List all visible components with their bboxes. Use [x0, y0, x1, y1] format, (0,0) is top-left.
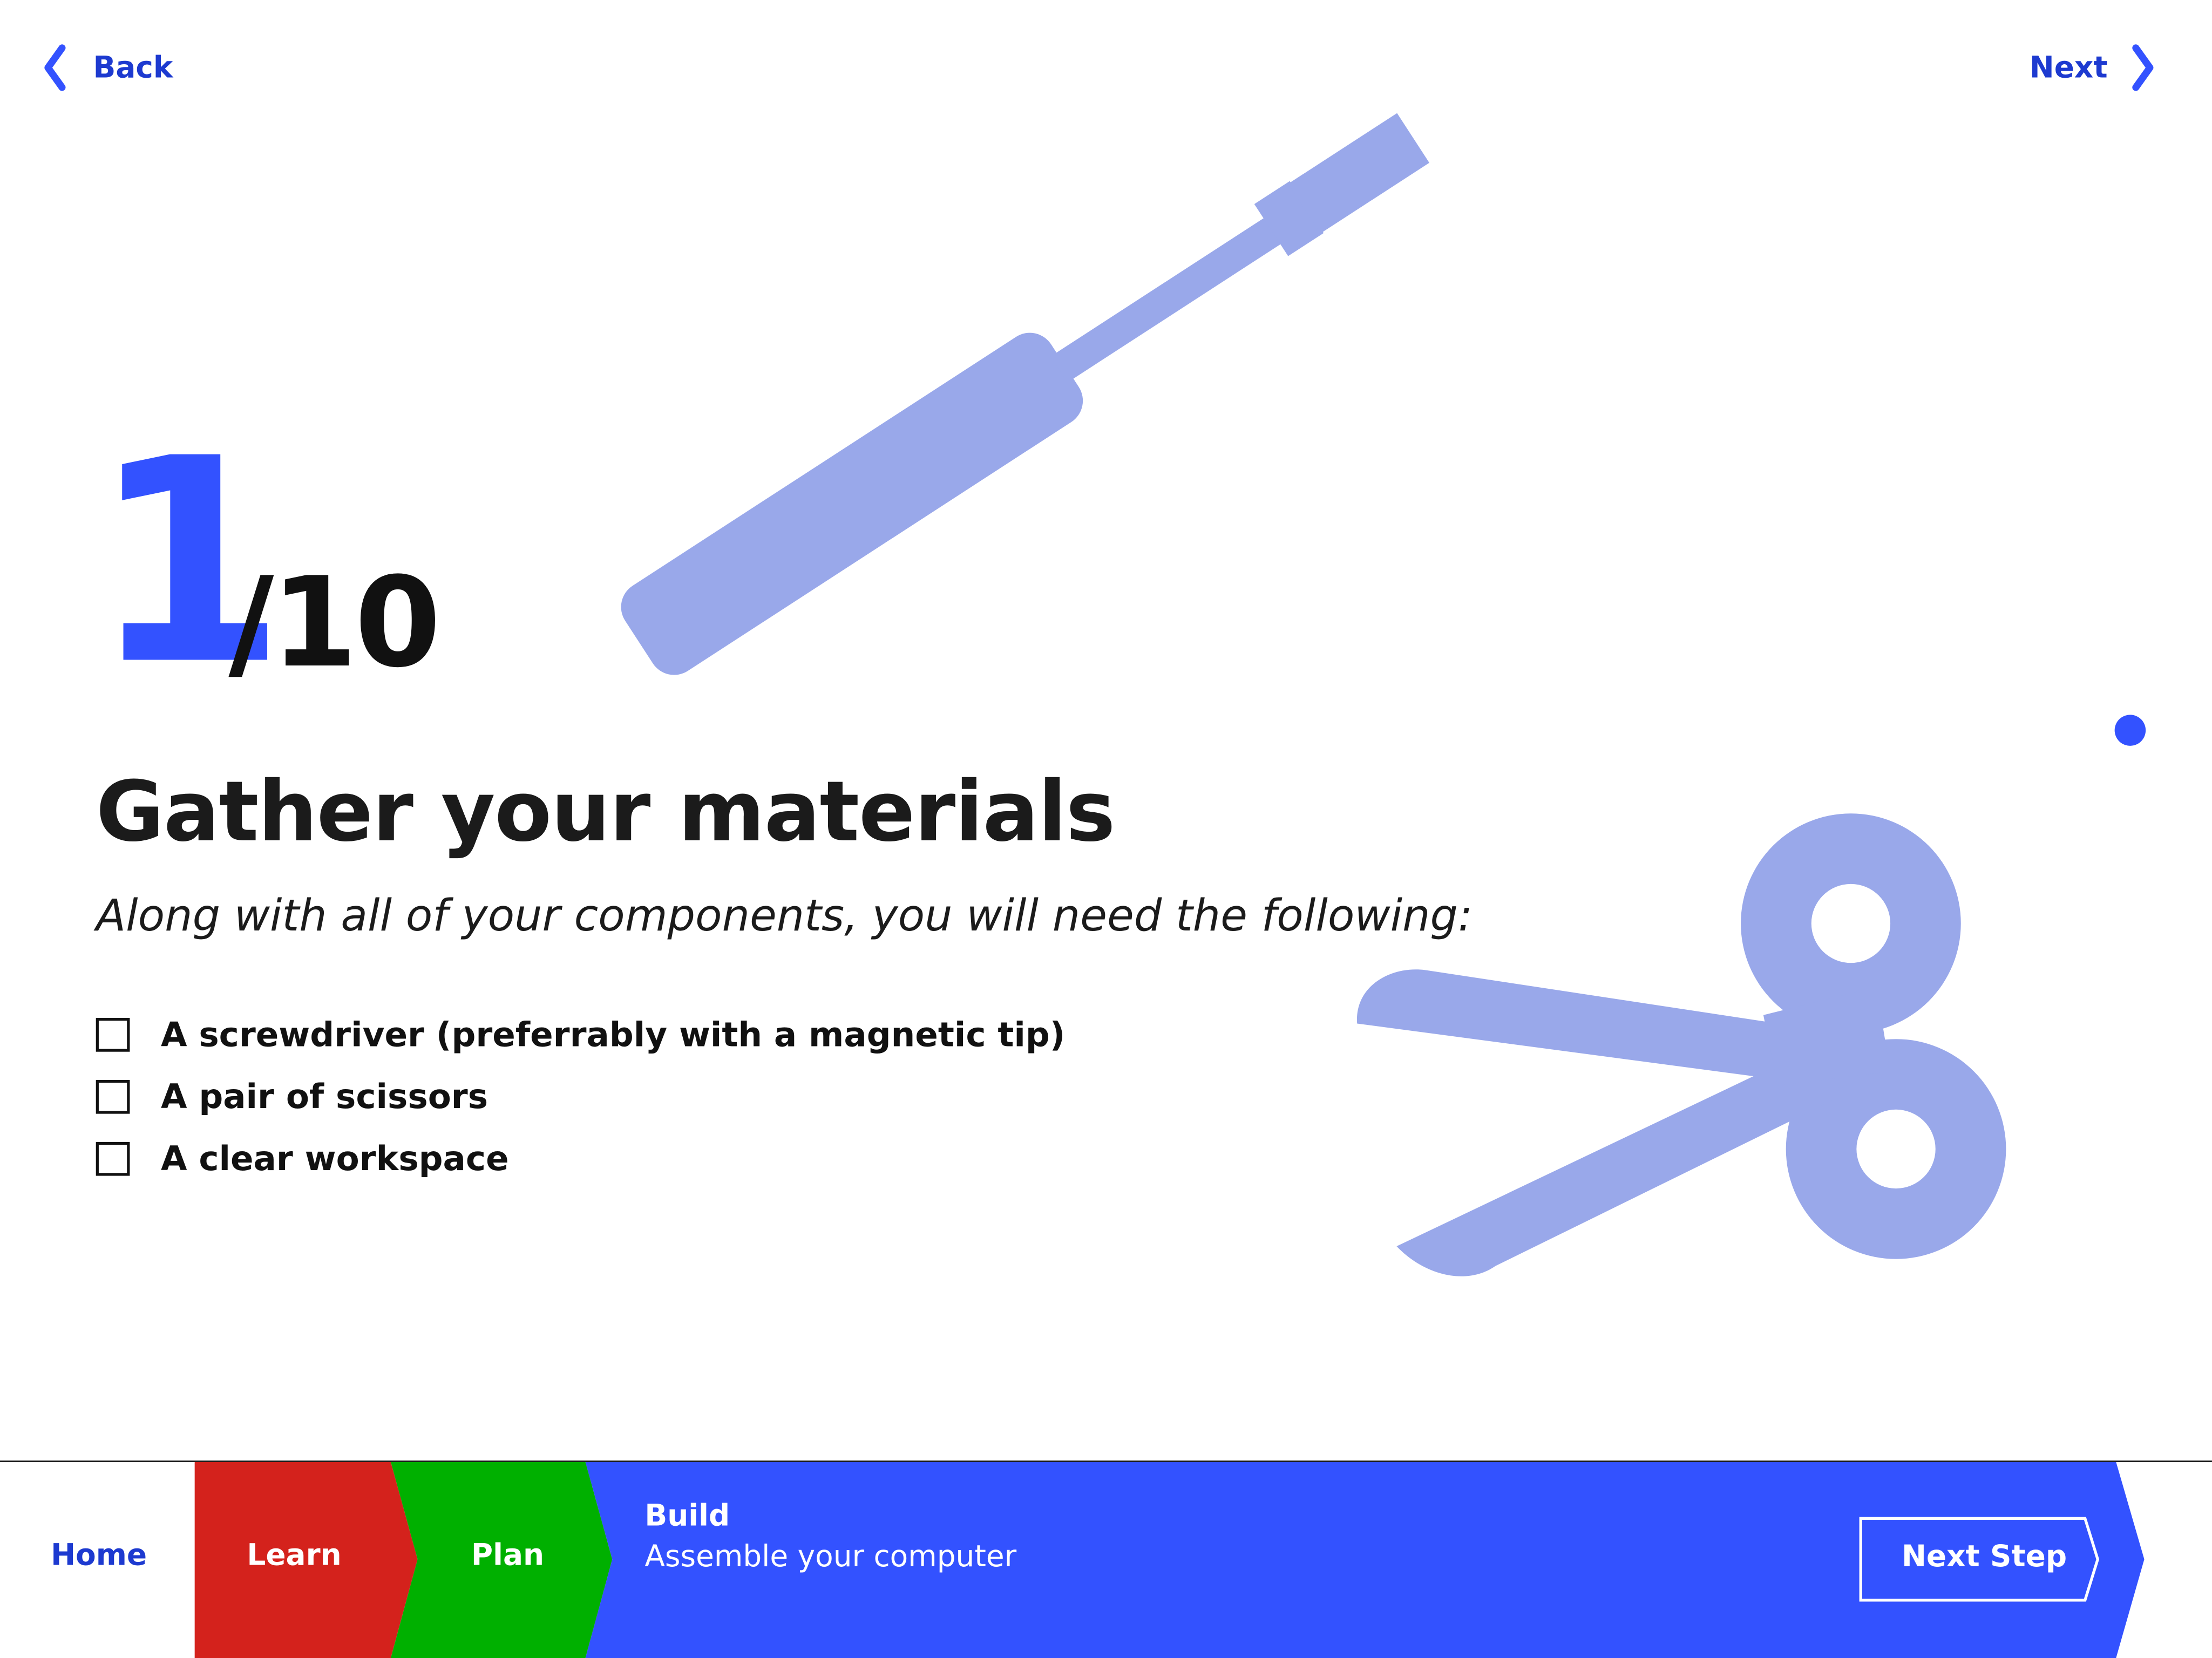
decorative-dot [2114, 715, 2146, 746]
stage-learn-label[interactable]: Learn [247, 1538, 341, 1572]
checklist-item: A screwdriver (preferrably with a magnet… [96, 1004, 1066, 1066]
checklist-item: A clear workspace [96, 1128, 1066, 1190]
page-subtitle: Along with all of your components, you w… [96, 891, 1473, 942]
scissors-icon [1356, 813, 2006, 1276]
step-total: /10 [228, 549, 441, 695]
stage-plan-label[interactable]: Plan [471, 1538, 544, 1572]
home-button[interactable]: Home [51, 1538, 147, 1572]
checklist-item-label: A screwdriver (preferrably with a magnet… [160, 1015, 1066, 1055]
stage-build-subtitle: Assemble your computer [644, 1539, 1017, 1574]
stage-build-label: Build [644, 1498, 730, 1533]
checklist-item-label: A pair of scissors [160, 1077, 488, 1117]
checkbox[interactable] [96, 1018, 130, 1052]
checklist-item: A pair of scissors [96, 1066, 1066, 1128]
checkbox[interactable] [96, 1079, 130, 1114]
page: Back Next 1 /10 Gather your materials Al [0, 0, 2212, 1658]
page-title: Gather your materials [96, 763, 1116, 860]
checklist-item-label: A clear workspace [160, 1139, 509, 1179]
materials-checklist: A screwdriver (preferrably with a magnet… [96, 1004, 1066, 1190]
checkbox[interactable] [96, 1141, 130, 1176]
